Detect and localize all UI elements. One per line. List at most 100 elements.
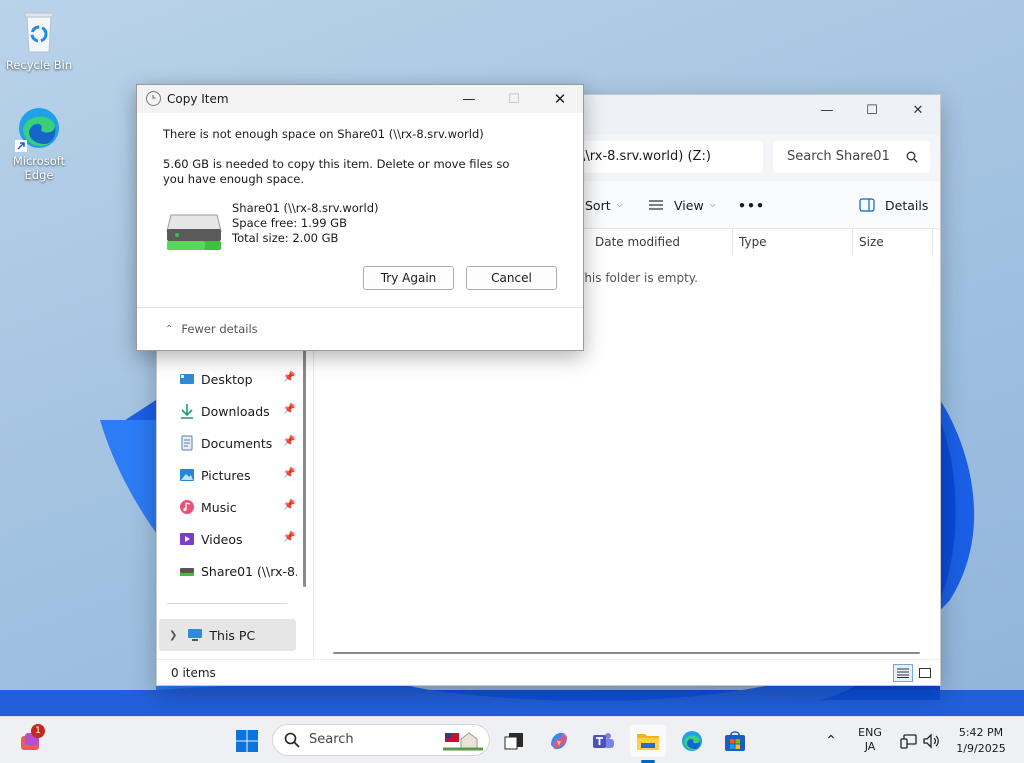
- preview-icon: [919, 668, 931, 678]
- sort-label: Sort: [585, 197, 611, 213]
- input-method: JA: [864, 740, 876, 753]
- nav-item-label: Documents: [201, 435, 273, 451]
- details-pane-button[interactable]: Details: [859, 181, 928, 229]
- copy-item-dialog[interactable]: Copy Item — ☐ ✕ There is not enough spac…: [136, 84, 584, 351]
- edge-icon: [15, 104, 63, 152]
- dialog-title: Copy Item: [167, 92, 229, 106]
- pin-icon: 📌: [283, 372, 296, 383]
- content-left-border: [313, 347, 314, 661]
- total-size: Total size: 2.00 GB: [232, 231, 339, 245]
- fewer-details-toggle[interactable]: ⌃ Fewer details: [165, 322, 258, 336]
- task-view-icon: [504, 733, 523, 750]
- nav-divider: [167, 603, 287, 604]
- column-header-size[interactable]: Size: [851, 229, 933, 255]
- copilot-button[interactable]: [543, 725, 575, 757]
- nav-item-share01[interactable]: Share01 (\\rx-8.srv.world): [179, 556, 297, 586]
- clock-time: 5:42 PM: [958, 726, 1004, 739]
- details-label: Details: [885, 197, 929, 213]
- space-free: Space free: 1.99 GB: [232, 216, 347, 230]
- store-button[interactable]: [719, 725, 751, 757]
- clock-icon: [146, 91, 161, 106]
- music-icon: [179, 499, 195, 515]
- windows-logo-icon: [236, 730, 258, 752]
- search-placeholder: Search Share01: [787, 149, 890, 164]
- network-drive-icon: [179, 563, 195, 579]
- input-language-indicator[interactable]: ENG JA: [850, 726, 890, 754]
- try-again-button[interactable]: Try Again: [363, 266, 454, 290]
- details-view-button[interactable]: [893, 664, 913, 682]
- nav-item-label: Pictures: [201, 467, 251, 483]
- pictures-icon: [179, 467, 195, 483]
- pin-icon: 📌: [283, 468, 296, 479]
- minimize-button[interactable]: —: [804, 95, 850, 125]
- column-header-date-modified[interactable]: Date modified: [587, 229, 733, 255]
- address-field[interactable]: \\rx-8.srv.world) (Z:): [567, 141, 763, 173]
- search-input[interactable]: Search Share01: [773, 141, 930, 173]
- horizontal-scrollbar[interactable]: [333, 652, 920, 654]
- taskbar: 1 Search ⌃ ENG JA 5:42 PM 1/9/2025: [0, 716, 1024, 763]
- dialog-separator: [137, 307, 583, 308]
- teams-button[interactable]: [587, 725, 619, 757]
- view-label: View: [674, 197, 704, 213]
- shortcut-arrow-icon: [15, 140, 27, 152]
- more-options-label: •••: [738, 197, 765, 213]
- nav-item-this-pc[interactable]: ❯ This PC: [169, 620, 293, 650]
- desktop-icon-label: Recycle Bin: [5, 58, 73, 72]
- edge-taskbar-button[interactable]: [676, 725, 708, 757]
- view-icon: [649, 200, 663, 210]
- taskbar-search-box[interactable]: Search: [272, 724, 490, 756]
- search-icon: [284, 732, 300, 748]
- close-button[interactable]: ✕: [895, 95, 940, 125]
- drive-name: Share01 (\\rx-8.srv.world): [232, 201, 379, 215]
- nav-scrollbar[interactable]: [303, 347, 306, 587]
- teams-icon: [593, 733, 614, 748]
- videos-icon: [179, 531, 195, 547]
- chevron-up-icon: ⌃: [165, 323, 174, 335]
- maximize-button[interactable]: ☐: [849, 95, 895, 125]
- show-hidden-icons-button[interactable]: ⌃: [815, 725, 847, 757]
- file-explorer-taskbar-button[interactable]: [630, 725, 666, 763]
- chevron-down-icon: ⌵: [709, 200, 716, 209]
- dialog-minimize-button[interactable]: —: [446, 85, 492, 113]
- nav-item-label: This PC: [209, 627, 256, 643]
- details-pane-icon: [859, 198, 875, 212]
- search-highlight-icon: [443, 732, 483, 751]
- start-button[interactable]: [231, 725, 263, 757]
- more-options-button[interactable]: •••: [738, 181, 765, 229]
- edge-icon: [682, 731, 702, 751]
- store-icon: [725, 731, 745, 751]
- widgets-button[interactable]: 1: [14, 724, 46, 757]
- dialog-close-button[interactable]: ✕: [537, 85, 583, 113]
- view-button[interactable]: View ⌵: [648, 181, 716, 229]
- tiles-view-button[interactable]: [917, 665, 933, 681]
- sort-button[interactable]: Sort ⌵: [585, 181, 623, 229]
- pin-icon: 📌: [283, 436, 296, 447]
- pin-icon: 📌: [283, 500, 296, 511]
- network-volume-button[interactable]: [896, 725, 944, 757]
- documents-icon: [179, 435, 195, 451]
- dialog-message: 5.60 GB is needed to copy this item. Del…: [163, 157, 510, 186]
- this-pc-icon: [187, 627, 203, 643]
- clock-button[interactable]: 5:42 PM 1/9/2025: [946, 725, 1016, 757]
- volume-icon: [923, 733, 939, 749]
- column-header-type[interactable]: Type: [731, 229, 853, 255]
- nav-item-label: Music: [201, 499, 237, 515]
- recycle-bin-icon: [15, 8, 63, 56]
- desktop-icon-recycle-bin[interactable]: Recycle Bin: [1, 8, 77, 72]
- notification-badge: 1: [31, 724, 45, 738]
- task-view-button[interactable]: [498, 725, 530, 757]
- cancel-button[interactable]: Cancel: [466, 266, 557, 290]
- fewer-details-label: Fewer details: [181, 322, 258, 336]
- desktop-icon-label: Microsoft Edge: [12, 154, 66, 182]
- pin-icon: 📌: [283, 404, 296, 415]
- chevron-up-icon: ⌃: [825, 733, 837, 749]
- pin-icon: 📌: [283, 532, 296, 543]
- network-icon: [900, 734, 917, 749]
- status-bar: 0 items: [157, 659, 940, 685]
- taskbar-search-placeholder: Search: [309, 732, 354, 747]
- desktop-icon-edge[interactable]: Microsoft Edge: [1, 104, 77, 182]
- nav-item-label: Share01 (\\rx-8.srv.world): [201, 563, 297, 579]
- downloads-icon: [179, 403, 195, 419]
- list-view-icon: [897, 668, 909, 678]
- dialog-title-bar[interactable]: Copy Item — ☐ ✕: [137, 85, 583, 113]
